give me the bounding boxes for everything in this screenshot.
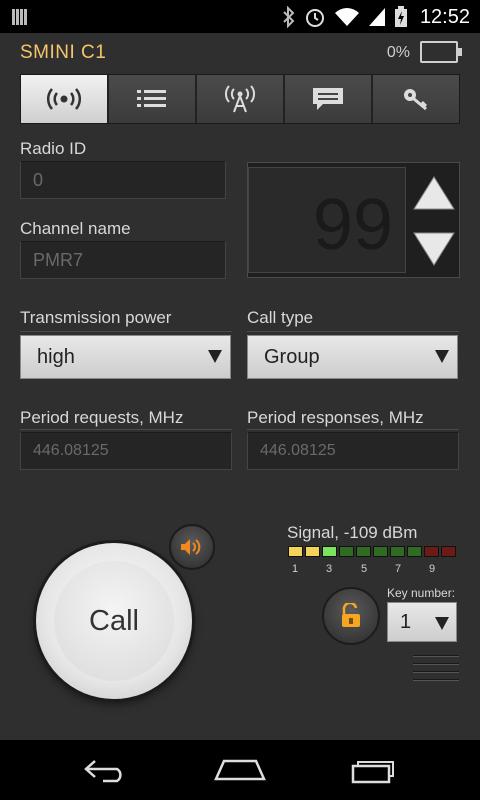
call-type-select[interactable]: Group [247, 335, 458, 379]
dropdown-caret-icon [208, 350, 222, 363]
signal-label: Signal, -109 dBm [287, 523, 418, 542]
call-type-label: Call type [247, 308, 314, 327]
key-number-select[interactable]: 1 [387, 602, 457, 642]
signal-segment [288, 546, 303, 557]
dropdown-caret-icon [435, 617, 449, 630]
tab-antenna[interactable] [197, 75, 283, 123]
key-number-label: Key number: [387, 586, 456, 600]
channel-number-display: 99 [248, 167, 406, 273]
back-icon [83, 760, 122, 783]
period-responses-field[interactable]: 446.08125 [247, 432, 459, 470]
signal-tick: 3 [326, 563, 333, 575]
signal-segment [305, 546, 320, 557]
recent-apps-icon [352, 761, 395, 784]
drag-handle[interactable] [413, 655, 459, 685]
channel-down-button[interactable] [408, 221, 460, 277]
tab-messages[interactable] [285, 75, 371, 123]
tab-list[interactable] [109, 75, 195, 123]
home-icon [214, 759, 266, 781]
signal-segment [407, 546, 422, 557]
divider [247, 331, 459, 332]
lock-button[interactable] [322, 587, 380, 645]
recent-apps-button[interactable] [343, 750, 403, 790]
home-button[interactable] [210, 750, 270, 790]
call-button[interactable]: Call [36, 543, 192, 699]
message-icon [313, 88, 343, 110]
signal-tick: 9 [429, 563, 436, 575]
radio-id-field[interactable]: 0 [20, 161, 226, 199]
key-icon [404, 89, 428, 111]
speaker-icon [181, 539, 201, 555]
call-type-value: Group [264, 346, 320, 368]
transmission-power-label: Transmission power [20, 308, 172, 327]
dropdown-caret-icon [435, 350, 449, 363]
divider [20, 429, 232, 430]
signal-meter [288, 546, 456, 557]
signal-segment [373, 546, 388, 557]
transmission-power-select[interactable]: high [20, 335, 231, 379]
battery-charging-icon [394, 6, 407, 27]
channel-name-label: Channel name [20, 219, 131, 238]
cell-signal-icon [368, 8, 385, 26]
signal-tick: 5 [361, 563, 368, 575]
channel-name-field[interactable]: PMR7 [20, 241, 226, 279]
speaker-button[interactable] [169, 524, 215, 570]
battery-icon [420, 41, 462, 63]
back-button[interactable] [77, 750, 137, 790]
period-requests-label: Period requests, MHz [20, 408, 184, 427]
navigation-bar [0, 740, 480, 800]
channel-selector: 99 [247, 162, 460, 278]
alarm-icon [305, 9, 324, 27]
signal-tick: 7 [395, 563, 402, 575]
signal-segment [322, 546, 337, 557]
call-button-label: Call [54, 561, 174, 681]
channel-up-button[interactable] [408, 165, 460, 221]
antenna-icon [225, 85, 255, 113]
transmission-power-value: high [37, 346, 75, 368]
status-time: 12:52 [419, 5, 470, 28]
signal-segment [339, 546, 354, 557]
arrow-down-icon [413, 232, 455, 266]
signal-tick: 1 [292, 563, 299, 575]
radio-id-label: Radio ID [20, 139, 87, 158]
key-number-value: 1 [400, 611, 412, 633]
divider [247, 429, 459, 430]
tab-radio[interactable] [21, 75, 107, 123]
divider [20, 331, 232, 332]
bluetooth-icon [283, 6, 295, 28]
sim-icon [12, 9, 32, 25]
unlock-icon [342, 603, 360, 627]
wifi-icon [334, 8, 359, 26]
signal-segment [441, 546, 456, 557]
tab-bar [20, 74, 460, 124]
battery-percent: 0% [386, 44, 410, 61]
period-requests-field[interactable]: 446.08125 [20, 432, 232, 470]
signal-segment [356, 546, 371, 557]
list-icon [137, 90, 166, 107]
arrow-up-icon [413, 176, 455, 210]
app-title: SMINI C1 [20, 42, 107, 63]
signal-segment [390, 546, 405, 557]
signal-segment [424, 546, 439, 557]
radio-waves-icon [47, 88, 81, 110]
period-responses-label: Period responses, MHz [247, 408, 424, 427]
signal-ticks: 1 3 5 7 9 [288, 563, 463, 577]
status-bar: 12:52 [0, 0, 480, 33]
tab-key[interactable] [373, 75, 459, 123]
